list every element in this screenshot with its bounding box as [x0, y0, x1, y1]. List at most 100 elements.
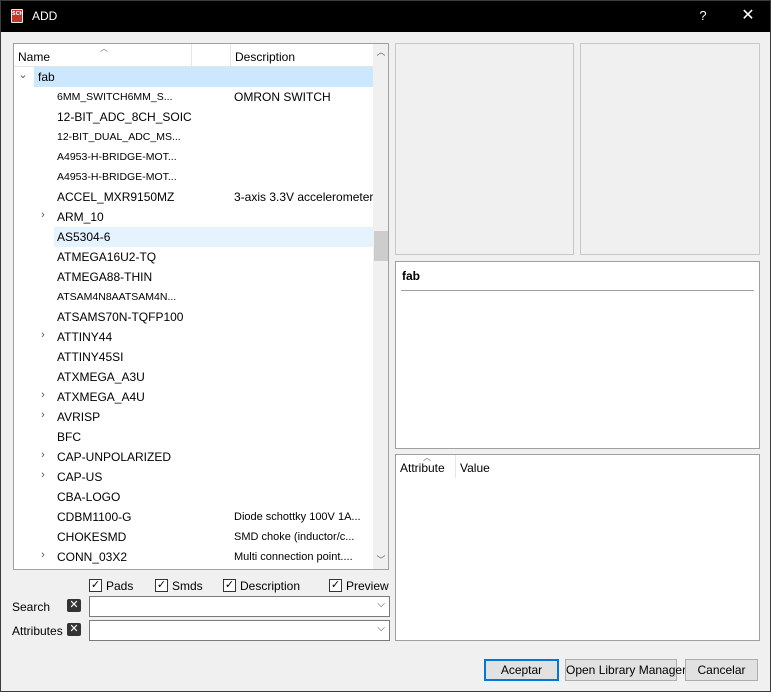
tree-item-name: 12-BIT_DUAL_ADC_MS...: [57, 131, 181, 143]
sort-ascending-icon: ︿: [100, 44, 108, 53]
tree-item-name: CHOKESMD: [57, 530, 127, 544]
tree-item[interactable]: ATTINY45SI: [14, 347, 373, 367]
tree-item[interactable]: › CAP-UNPOLARIZED: [14, 447, 373, 467]
tree-item[interactable]: › CAP-US: [14, 467, 373, 487]
description-checkmark-icon[interactable]: ✓: [223, 579, 236, 592]
tree-item-description: Multi connection point....: [234, 551, 353, 563]
tree-item[interactable]: A4953-H-BRIDGE-MOT...: [14, 147, 373, 167]
help-button[interactable]: ?: [691, 5, 715, 27]
column-header-attribute[interactable]: ︿ Attribute: [396, 453, 456, 478]
tree-item[interactable]: › ATTINY44: [14, 327, 373, 347]
chevron-right-icon[interactable]: ›: [37, 209, 49, 223]
tree-item[interactable]: 12-BIT_DUAL_ADC_MS...: [14, 127, 373, 147]
attribute-table[interactable]: ︿ Attribute Value: [395, 453, 760, 641]
column-name-label: Name: [18, 50, 51, 64]
tree-item[interactable]: ATSAM4N8AATSAM4N...: [14, 287, 373, 307]
smds-checkmark-icon[interactable]: ✓: [155, 579, 168, 592]
tree-item[interactable]: CHOKESMD SMD choke (inductor/c...: [14, 527, 373, 547]
tree-item-name: ARM_10: [57, 210, 104, 224]
tree-item[interactable]: BFC: [14, 427, 373, 447]
chevron-right-icon[interactable]: ›: [37, 409, 49, 423]
scroll-up-icon[interactable]: ︿: [373, 44, 388, 61]
tree-item-name: AVRISP: [57, 410, 101, 424]
accept-button[interactable]: Aceptar: [484, 659, 559, 681]
tree-vertical-scrollbar[interactable]: ︿ ﹀: [373, 44, 388, 569]
tree-item-name: ATSAM4N8AATSAM4N...: [57, 291, 177, 303]
tree-item-name: 6MM_SWITCH6MM_S...: [57, 91, 173, 103]
add-dialog: SCH ADD ? ✕ ︿ Name Description ⌄ fab 6MM…: [0, 0, 771, 692]
attribute-sort-icon: ︿: [423, 453, 431, 462]
tree-item[interactable]: › AVRISP: [14, 407, 373, 427]
clear-attributes-icon[interactable]: ✕: [67, 623, 81, 636]
cancel-button[interactable]: Cancelar: [685, 659, 758, 681]
tree-item-name: ATTINY44: [57, 330, 113, 344]
tree-item[interactable]: ATXMEGA_A3U: [14, 367, 373, 387]
preview-checkmark-icon[interactable]: ✓: [329, 579, 342, 592]
description-title: fab: [402, 269, 420, 283]
chevron-right-icon[interactable]: ›: [37, 329, 49, 343]
tree-item-name: CDBM1100-G: [57, 510, 132, 524]
chevron-right-icon[interactable]: ›: [37, 469, 49, 483]
tree-item-name: ACCEL_MXR9150MZ: [57, 190, 175, 204]
tree-item-name: A4953-H-BRIDGE-MOT...: [57, 171, 177, 183]
smds-label: Smds: [172, 579, 203, 593]
tree-item[interactable]: ATMEGA16U2-TQ: [14, 247, 373, 267]
tree-item[interactable]: A4953-H-BRIDGE-MOT...: [14, 167, 373, 187]
description-panel: fab: [395, 261, 760, 449]
description-divider: [401, 290, 754, 291]
tree-header: ︿ Name Description: [14, 44, 373, 67]
tree-item[interactable]: 6MM_SWITCH6MM_S... OMRON SWITCH: [14, 87, 373, 107]
clear-search-icon[interactable]: ✕: [67, 599, 81, 612]
tree-item[interactable]: ATMEGA88-THIN: [14, 267, 373, 287]
tree-item[interactable]: › CONN_03X2 Multi connection point....: [14, 547, 373, 567]
scrollbar-thumb[interactable]: [374, 231, 388, 261]
app-icon-text: SCH: [12, 11, 24, 17]
column-header-value[interactable]: Value: [456, 455, 536, 478]
package-preview: [580, 43, 760, 255]
attributes-label: Attributes: [12, 624, 63, 638]
pads-label: Pads: [106, 579, 134, 593]
pads-checkmark-icon[interactable]: ✓: [89, 579, 102, 592]
chevron-right-icon[interactable]: ›: [37, 549, 49, 563]
window-title: ADD: [32, 9, 58, 23]
column-header-spacer: [192, 44, 231, 67]
tree-item[interactable]: 12-BIT_ADC_8CH_SOIC: [14, 107, 373, 127]
scroll-down-icon[interactable]: ﹀: [373, 552, 388, 569]
tree-item[interactable]: › ATXMEGA_A4U: [14, 387, 373, 407]
search-dropdown-icon[interactable]: ⌵: [377, 599, 385, 610]
tree-item[interactable]: ATSAMS70N-TQFP100: [14, 307, 373, 327]
tree-item-description: OMRON SWITCH: [234, 90, 331, 104]
column-header-name[interactable]: ︿ Name: [14, 44, 192, 67]
tree-item[interactable]: CDBM1100-G Diode schottky 100V 1A...: [14, 507, 373, 527]
tree-item-name: CBA-LOGO: [57, 490, 121, 504]
tree-item-name: ATSAMS70N-TQFP100: [57, 310, 184, 324]
chevron-right-icon[interactable]: ›: [37, 449, 49, 463]
open-library-manager-button[interactable]: Open Library Manager: [565, 659, 686, 681]
library-tree[interactable]: ︿ Name Description ⌄ fab 6MM_SWITCH6MM_S…: [13, 43, 389, 570]
tree-item[interactable]: › ARM_10: [14, 207, 373, 227]
tree-root-row: ⌄ fab: [14, 67, 373, 87]
column-description-label: Description: [235, 50, 296, 64]
attributes-dropdown-icon[interactable]: ⌵: [377, 623, 385, 634]
title-bar: SCH ADD ? ✕: [1, 1, 770, 32]
tree-item-description: SMD choke (inductor/c...: [234, 531, 355, 543]
chevron-right-icon[interactable]: ›: [37, 389, 49, 403]
tree-item[interactable]: AS5304-6: [14, 227, 373, 247]
tree-item-description: 3-axis 3.3V accelerometer: [234, 190, 374, 204]
close-button[interactable]: ✕: [734, 5, 762, 27]
chevron-down-icon[interactable]: ⌄: [17, 68, 29, 82]
attributes-input[interactable]: ⌵: [89, 620, 390, 641]
tree-item[interactable]: ACCEL_MXR9150MZ 3-axis 3.3V accelerometer: [14, 187, 373, 207]
tree-item-name: CAP-US: [57, 470, 103, 484]
search-input[interactable]: ⌵: [89, 596, 390, 617]
tree-item-name: ATXMEGA_A4U: [57, 390, 145, 404]
column-header-description[interactable]: Description: [231, 44, 373, 67]
tree-item-name: AS5304-6: [57, 230, 111, 244]
schematic-app-icon: SCH: [11, 9, 23, 23]
tree-item-name: BFC: [57, 430, 81, 444]
tree-item-name: ATXMEGA_A3U: [57, 370, 145, 384]
search-label: Search: [12, 600, 51, 614]
tree-item-name: A4953-H-BRIDGE-MOT...: [57, 151, 177, 163]
tree-root-label: fab: [38, 70, 55, 84]
tree-item[interactable]: CBA-LOGO: [14, 487, 373, 507]
